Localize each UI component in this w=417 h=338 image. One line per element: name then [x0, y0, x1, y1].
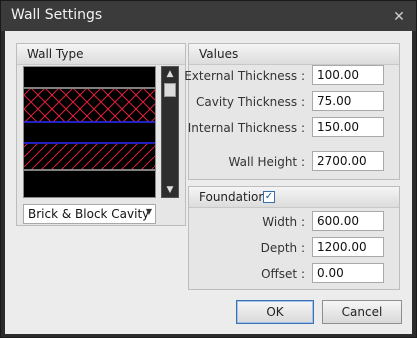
values-title: Values [199, 47, 239, 61]
checkmark-icon: ✓ [264, 191, 274, 202]
values-header: Values [189, 44, 399, 65]
foundation-width-label: Width : [262, 215, 305, 229]
wall-height-label: Wall Height : [228, 155, 305, 169]
cancel-button[interactable]: Cancel [322, 300, 402, 324]
wall-preview [23, 66, 156, 198]
scroll-down-icon[interactable]: ▼ [162, 183, 178, 197]
title-bar[interactable]: Wall Settings ✕ [1, 1, 416, 31]
internal-thickness-label: Internal Thickness : [187, 121, 305, 135]
foundation-depth-input[interactable] [312, 237, 384, 257]
external-thickness-input[interactable] [312, 65, 384, 85]
wall-type-title: Wall Type [27, 47, 84, 61]
wall-type-selected: Brick & Block Cavity [28, 207, 150, 221]
foundation-width-input[interactable] [312, 211, 384, 231]
cavity-thickness-label: Cavity Thickness : [196, 95, 305, 109]
wall-section-drawing [24, 67, 155, 171]
foundations-checkbox[interactable]: ✓ [263, 191, 275, 203]
foundation-offset-label: Offset : [261, 267, 305, 281]
dialog-title: Wall Settings [11, 7, 103, 23]
wall-height-input[interactable] [312, 151, 384, 171]
foundations-header: Foundations [189, 187, 399, 208]
dialog-body: Wall Type ▲ ▼ Brick & Block Cavity ▼ Val… [5, 31, 412, 334]
cavity-thickness-input[interactable] [312, 91, 384, 111]
wall-settings-dialog: Wall Settings ✕ Wall Type ▲ ▼ Brick & Bl… [0, 0, 417, 338]
internal-thickness-input[interactable] [312, 117, 384, 137]
foundation-depth-label: Depth : [260, 241, 305, 255]
external-thickness-label: External Thickness : [184, 69, 305, 83]
foundations-title: Foundations [199, 190, 273, 204]
foundation-offset-input[interactable] [312, 263, 384, 283]
close-icon[interactable]: ✕ [390, 8, 408, 26]
wall-type-header: Wall Type [17, 44, 185, 65]
ok-button[interactable]: OK [236, 300, 314, 324]
wall-type-select[interactable]: Brick & Block Cavity ▼ [23, 204, 156, 224]
